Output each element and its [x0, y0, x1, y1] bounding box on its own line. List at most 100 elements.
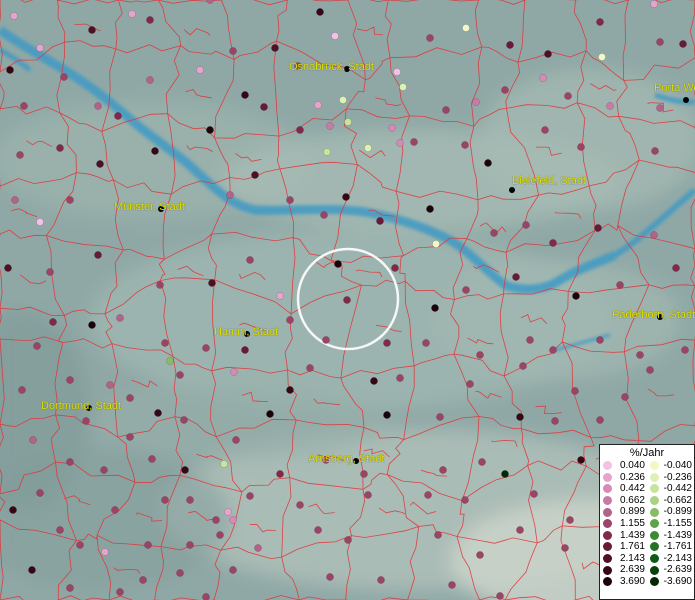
station-marker[interactable]: [60, 73, 68, 81]
station-marker[interactable]: [636, 351, 644, 359]
station-marker[interactable]: [181, 466, 189, 474]
station-marker[interactable]: [49, 318, 57, 326]
station-marker[interactable]: [343, 296, 351, 304]
station-marker[interactable]: [139, 576, 147, 584]
station-marker[interactable]: [490, 229, 498, 237]
station-marker[interactable]: [549, 239, 557, 247]
station-marker[interactable]: [202, 344, 210, 352]
station-marker[interactable]: [296, 501, 304, 509]
station-marker[interactable]: [422, 339, 430, 347]
station-marker[interactable]: [66, 196, 74, 204]
station-marker[interactable]: [229, 47, 237, 55]
station-marker[interactable]: [571, 387, 579, 395]
station-marker[interactable]: [360, 470, 368, 478]
station-marker[interactable]: [232, 436, 240, 444]
station-marker[interactable]: [431, 304, 439, 312]
station-marker[interactable]: [651, 147, 659, 155]
station-marker[interactable]: [220, 460, 228, 468]
station-marker[interactable]: [364, 491, 372, 499]
station-marker[interactable]: [650, 231, 658, 239]
station-marker[interactable]: [271, 44, 279, 52]
station-marker[interactable]: [116, 588, 124, 596]
station-marker[interactable]: [16, 151, 24, 159]
station-marker[interactable]: [46, 268, 54, 276]
station-marker[interactable]: [229, 516, 237, 524]
station-marker[interactable]: [383, 411, 391, 419]
station-marker[interactable]: [186, 541, 194, 549]
station-marker[interactable]: [516, 413, 524, 421]
station-marker[interactable]: [66, 376, 74, 384]
station-marker[interactable]: [10, 12, 18, 20]
station-marker[interactable]: [549, 346, 557, 354]
station-marker[interactable]: [424, 491, 432, 499]
station-marker[interactable]: [596, 336, 604, 344]
station-marker[interactable]: [462, 24, 470, 32]
station-marker[interactable]: [566, 516, 574, 524]
station-marker[interactable]: [326, 122, 334, 130]
station-marker[interactable]: [476, 351, 484, 359]
station-marker[interactable]: [466, 380, 474, 388]
station-marker[interactable]: [426, 205, 434, 213]
station-marker[interactable]: [66, 584, 74, 592]
station-marker[interactable]: [96, 160, 104, 168]
station-marker[interactable]: [606, 102, 614, 110]
station-marker[interactable]: [230, 368, 238, 376]
station-marker[interactable]: [144, 541, 152, 549]
station-marker[interactable]: [616, 281, 624, 289]
station-marker[interactable]: [186, 496, 194, 504]
station-marker[interactable]: [539, 74, 547, 82]
station-marker[interactable]: [522, 221, 530, 229]
station-marker[interactable]: [339, 96, 347, 104]
station-marker[interactable]: [364, 144, 372, 152]
station-marker[interactable]: [6, 66, 14, 74]
station-marker[interactable]: [396, 139, 404, 147]
station-marker[interactable]: [151, 147, 159, 155]
station-marker[interactable]: [314, 526, 322, 534]
station-marker[interactable]: [66, 458, 74, 466]
station-marker[interactable]: [241, 91, 249, 99]
station-marker[interactable]: [314, 101, 322, 109]
station-marker[interactable]: [461, 141, 469, 149]
station-marker[interactable]: [320, 211, 328, 219]
station-marker[interactable]: [20, 102, 28, 110]
station-marker[interactable]: [4, 264, 12, 272]
station-marker[interactable]: [393, 68, 401, 76]
station-marker[interactable]: [36, 44, 44, 52]
station-marker[interactable]: [646, 366, 654, 374]
station-marker[interactable]: [161, 339, 169, 347]
station-marker[interactable]: [377, 576, 385, 584]
station-marker[interactable]: [212, 516, 220, 524]
station-marker[interactable]: [166, 357, 174, 365]
station-marker[interactable]: [114, 112, 122, 120]
station-marker[interactable]: [82, 417, 90, 425]
station-marker[interactable]: [276, 470, 284, 478]
station-marker[interactable]: [323, 148, 331, 156]
station-marker[interactable]: [476, 551, 484, 559]
map-view[interactable]: Osnabrück, Stadt Porta Westfalica Bielefel…: [0, 0, 695, 600]
station-marker[interactable]: [598, 53, 606, 61]
station-marker[interactable]: [472, 98, 480, 106]
station-marker[interactable]: [442, 106, 450, 114]
station-marker[interactable]: [229, 566, 237, 574]
station-marker[interactable]: [76, 541, 84, 549]
station-marker[interactable]: [146, 16, 154, 24]
station-marker[interactable]: [388, 124, 396, 132]
station-marker[interactable]: [506, 41, 514, 49]
station-marker[interactable]: [266, 410, 274, 418]
station-marker[interactable]: [286, 196, 294, 204]
station-marker[interactable]: [126, 394, 134, 402]
station-marker[interactable]: [56, 144, 64, 152]
station-marker[interactable]: [246, 492, 254, 500]
station-marker[interactable]: [161, 496, 169, 504]
station-marker[interactable]: [561, 544, 569, 552]
station-marker[interactable]: [176, 569, 184, 577]
station-marker[interactable]: [672, 264, 680, 272]
station-marker[interactable]: [176, 371, 184, 379]
station-marker[interactable]: [501, 86, 509, 94]
station-marker[interactable]: [156, 281, 164, 289]
station-marker[interactable]: [530, 490, 538, 498]
station-marker[interactable]: [286, 386, 294, 394]
station-marker[interactable]: [478, 458, 486, 466]
station-marker[interactable]: [18, 386, 26, 394]
station-marker[interactable]: [116, 314, 124, 322]
